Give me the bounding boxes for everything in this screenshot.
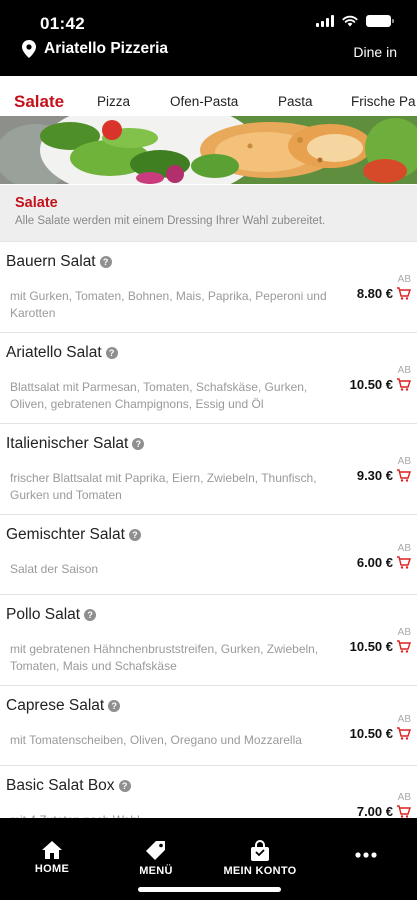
tab-frische-pasta[interactable]: Frische Pa (351, 94, 416, 109)
info-icon[interactable]: ? (128, 529, 141, 541)
cart-icon[interactable] (396, 556, 411, 569)
price-prefix: AB (397, 627, 411, 638)
menu-item[interactable]: Pollo Salat? mit gebratenen Hähnchenbrus… (0, 594, 417, 685)
category-banner-image (0, 116, 417, 184)
restaurant-selector[interactable]: Ariatello Pizzeria (22, 40, 168, 58)
item-price: 10.50 € (349, 726, 393, 741)
item-name: Bauern Salat (6, 253, 96, 270)
info-icon[interactable]: ? (108, 700, 121, 712)
restaurant-name: Ariatello Pizzeria (44, 40, 169, 57)
menu-item[interactable]: Ariatello Salat? Blattsalat mit Parmesan… (0, 332, 417, 423)
nav-label: MEIN KONTO (223, 865, 297, 877)
item-description: mit Tomatenscheiben, Oliven, Oregano und… (10, 733, 302, 747)
tab-pizza[interactable]: Pizza (97, 94, 130, 109)
item-price: 7.00 € (356, 804, 393, 819)
nav-home[interactable]: HOME (32, 840, 72, 875)
nav-label: HOME (34, 863, 70, 875)
item-name: Ariatello Salat (6, 344, 102, 361)
cart-icon[interactable] (396, 287, 411, 300)
price-prefix: AB (397, 456, 411, 467)
signal-icon (316, 15, 334, 27)
order-mode-button[interactable]: Dine in (353, 44, 397, 60)
item-description: Blattsalat mit Parmesan, Tomaten, Schafs… (10, 380, 308, 411)
price-prefix: AB (397, 543, 411, 554)
nav-more[interactable] (346, 852, 386, 858)
category-tabs: Salate Pizza Ofen-Pasta Pasta Frische Pa (0, 84, 417, 116)
category-title: Salate (15, 195, 58, 211)
item-description: frischer Blattsalat mit Paprika, Eiern, … (10, 471, 317, 502)
location-pin-icon (22, 40, 36, 58)
price-prefix: AB (397, 274, 411, 285)
price-prefix: AB (397, 792, 411, 803)
item-description: mit gebratenen Hähnchenbruststreifen, Gu… (10, 642, 319, 673)
cart-icon[interactable] (396, 640, 411, 653)
category-description: Alle Salate werden mit einem Dressing Ih… (15, 215, 326, 227)
more-icon (355, 852, 377, 858)
nav-menu[interactable]: MENÜ (136, 840, 176, 877)
item-name: Italienischer Salat (6, 435, 129, 452)
battery-icon (366, 15, 394, 27)
info-icon[interactable]: ? (132, 438, 145, 450)
item-price: 10.50 € (349, 639, 393, 654)
menu-item[interactable]: Italienischer Salat? frischer Blattsalat… (0, 423, 417, 514)
home-indicator (138, 887, 281, 892)
info-icon[interactable]: ? (118, 780, 131, 792)
home-icon (42, 841, 62, 859)
category-header: Salate Alle Salate werden mit einem Dres… (0, 185, 417, 241)
menu-item[interactable]: Bauern Salat? mit Gurken, Tomaten, Bohne… (0, 241, 417, 332)
price-prefix: AB (397, 365, 411, 376)
item-name: Basic Salat Box (6, 777, 115, 794)
info-icon[interactable]: ? (84, 609, 97, 621)
item-price: 8.80 € (356, 286, 393, 301)
status-time: 01:42 (40, 14, 85, 33)
item-name: Gemischter Salat (6, 526, 125, 543)
item-name: Caprese Salat (6, 697, 105, 714)
price-prefix: AB (397, 714, 411, 725)
cart-icon[interactable] (396, 805, 411, 818)
cart-icon[interactable] (396, 378, 411, 391)
info-icon[interactable]: ? (105, 347, 118, 359)
tag-icon (146, 841, 165, 860)
nav-my-account[interactable]: MEIN KONTO (222, 840, 298, 877)
shopping-bag-icon (251, 840, 269, 861)
top-bar: 01:42 Ariatello Pizzeria Dine in (0, 0, 417, 76)
tab-salate[interactable]: Salate (14, 92, 64, 112)
item-price: 10.50 € (349, 377, 393, 392)
cart-icon[interactable] (396, 469, 411, 482)
status-icons (316, 15, 394, 27)
tab-pasta[interactable]: Pasta (278, 94, 313, 109)
info-icon[interactable]: ? (99, 256, 112, 268)
item-description: mit Gurken, Tomaten, Bohnen, Mais, Papri… (10, 289, 327, 320)
app-screen: 01:42 Ariatello Pizzeria Dine in Salate … (0, 0, 417, 900)
menu-item[interactable]: Caprese Salat? mit Tomatenscheiben, Oliv… (0, 685, 417, 765)
menu-item[interactable]: Gemischter Salat? Salat der Saison AB 6.… (0, 514, 417, 594)
cart-icon[interactable] (396, 727, 411, 740)
item-price: 6.00 € (356, 555, 393, 570)
item-price: 9.30 € (356, 468, 393, 483)
tab-ofen-pasta[interactable]: Ofen-Pasta (170, 94, 238, 109)
nav-label: MENÜ (139, 865, 173, 877)
item-description: Salat der Saison (10, 562, 99, 576)
item-name: Pollo Salat (6, 606, 81, 623)
wifi-icon (342, 15, 358, 27)
